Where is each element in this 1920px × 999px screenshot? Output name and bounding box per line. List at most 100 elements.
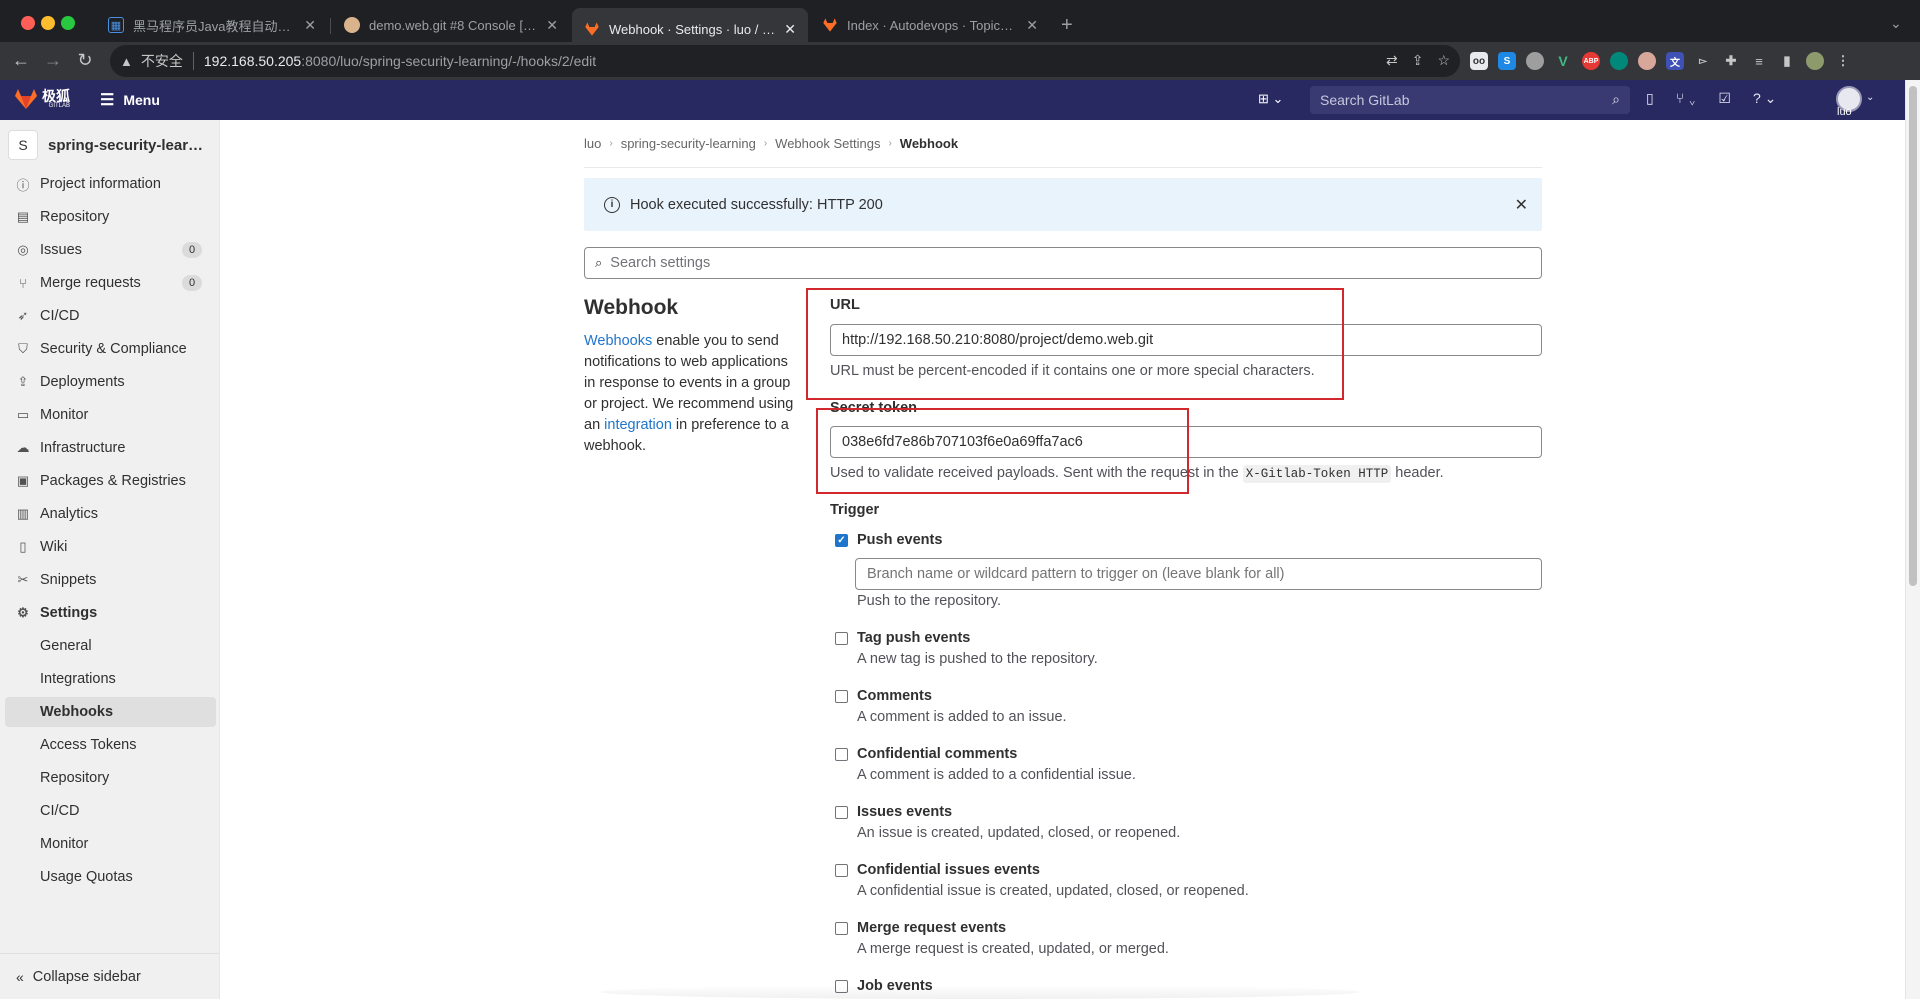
scrollbar-thumb[interactable] [1909, 86, 1917, 586]
breadcrumb-current[interactable]: Webhook [900, 136, 958, 151]
doc-icon: ▤ [16, 209, 30, 224]
search-settings-input[interactable]: ⌕ Search settings [584, 247, 1542, 279]
merge-requests-dropdown-icon[interactable]: ⑂ ⌄ [1676, 90, 1697, 107]
extension-icon[interactable]: oo [1470, 52, 1488, 70]
warning-icon[interactable]: ▲ [120, 54, 133, 69]
sidebar-item-ci-cd[interactable]: ➶ CI/CD [5, 301, 216, 331]
close-tab-icon[interactable]: ✕ [784, 21, 796, 38]
close-window-button[interactable] [21, 16, 35, 30]
share-icon[interactable]: ⇪ [1412, 52, 1424, 69]
shield-icon: ⛉ [18, 341, 28, 356]
sidebar-item-wiki[interactable]: ▯ Wiki [5, 532, 216, 562]
sidebar-sub-general[interactable]: General [5, 631, 216, 661]
tag-push-events-label[interactable]: Tag push events [857, 630, 970, 646]
merge-request-icon: ⑂ [19, 275, 27, 291]
sidebar-item-analytics[interactable]: ▥ Analytics [5, 499, 216, 529]
adblock-icon[interactable]: ABP [1582, 52, 1600, 70]
comments-label[interactable]: Comments [857, 688, 932, 704]
sidebar-sub-webhooks[interactable]: Webhooks [5, 697, 216, 727]
sidebar-sub-access-tokens[interactable]: Access Tokens [5, 730, 216, 760]
sidebar-item-packages-registries[interactable]: ▣ Packages & Registries [5, 466, 216, 496]
sidebar-sub-ci-cd[interactable]: CI/CD [5, 796, 216, 826]
sidebar-item-monitor[interactable]: ▭ Monitor [5, 400, 216, 430]
sidebar-item-snippets[interactable]: ✂ Snippets [5, 565, 216, 595]
search-gitlab-input[interactable]: Search GitLab ⌕ [1310, 86, 1630, 114]
confidential-comments-checkbox[interactable] [835, 748, 848, 761]
reading-list-icon[interactable]: ≡ [1750, 52, 1768, 70]
profile-avatar[interactable] [1806, 52, 1824, 70]
sidebar-item-project-information[interactable]: ⓘ Project information [5, 169, 216, 199]
sidebar-sub-usage-quotas[interactable]: Usage Quotas [5, 862, 216, 892]
close-tab-icon[interactable]: ✕ [1026, 17, 1038, 34]
issues-events-checkbox[interactable] [835, 806, 848, 819]
close-tab-icon[interactable]: ✕ [304, 17, 316, 34]
reload-icon[interactable]: ↻ [74, 50, 96, 71]
minimize-window-button[interactable] [41, 16, 55, 30]
sidebar-sub-repository[interactable]: Repository [5, 763, 216, 793]
close-icon[interactable]: ✕ [1515, 195, 1528, 215]
info-icon: ⓘ [16, 177, 30, 193]
main-menu-button[interactable]: ☰ Menu [100, 90, 160, 110]
collapse-sidebar-button[interactable]: « Collapse sidebar [0, 953, 219, 999]
new-item-dropdown[interactable]: ⊞ ⌄ [1258, 91, 1283, 107]
success-alert: i Hook executed successfully: HTTP 200 ✕ [584, 178, 1542, 231]
vue-devtools-icon[interactable]: V [1554, 52, 1572, 70]
maximize-window-button[interactable] [61, 16, 75, 30]
breadcrumb-item[interactable]: Webhook Settings [775, 136, 880, 151]
bookmark-star-icon[interactable]: ☆ [1437, 52, 1450, 69]
gitlab-logo[interactable]: 极狐 GITLAB [14, 88, 70, 110]
issues-events-label[interactable]: Issues events [857, 804, 952, 820]
extension-icon[interactable]: ▻ [1694, 52, 1712, 70]
sidebar-item-repository[interactable]: ▤ Repository [5, 202, 216, 232]
sidebar-item-settings[interactable]: ⚙ Settings [5, 598, 216, 628]
address-bar[interactable]: ▲ 不安全 192.168.50.205 :8080/luo/spring-se… [110, 45, 1460, 77]
translate-icon[interactable]: ⇄ [1386, 52, 1398, 69]
confidential-issues-events-checkbox[interactable] [835, 864, 848, 877]
merge-request-events-label[interactable]: Merge request events [857, 920, 1006, 936]
browser-menu-icon[interactable]: ⋮ [1834, 52, 1852, 70]
sidebar-item-security-compliance[interactable]: ⛉ Security & Compliance [5, 334, 216, 364]
browser-tab[interactable]: ▦ 黑马程序员Java教程自动化部署 ✕ [96, 8, 328, 42]
push-events-label[interactable]: Push events [857, 532, 942, 548]
help-dropdown-icon[interactable]: ? ⌄ [1753, 90, 1776, 107]
browser-tab[interactable]: demo.web.git #8 Console [Jenkins] ✕ [332, 8, 570, 42]
sidebar-item-infrastructure[interactable]: ☁ Infrastructure [5, 433, 216, 463]
annotation-box-url [806, 288, 1344, 400]
extension-icon[interactable] [1526, 52, 1544, 70]
integration-link[interactable]: integration [604, 417, 672, 433]
sidebar-item-deployments[interactable]: ⇪ Deployments [5, 367, 216, 397]
webhooks-link[interactable]: Webhooks [584, 333, 652, 349]
extension-icon[interactable] [1610, 52, 1628, 70]
merge-request-events-checkbox[interactable] [835, 922, 848, 935]
extension-icon[interactable] [1638, 52, 1656, 70]
back-icon[interactable]: ← [10, 50, 32, 71]
comments-checkbox[interactable] [835, 690, 848, 703]
extension-icon[interactable]: S [1498, 52, 1516, 70]
sidebar-sub-integrations[interactable]: Integrations [5, 664, 216, 694]
new-tab-icon[interactable]: + [1061, 14, 1073, 37]
issues-icon[interactable]: ▯ [1646, 90, 1654, 107]
chevron-down-icon[interactable]: ⌄ [1866, 92, 1874, 103]
trigger-label: Trigger [830, 502, 880, 518]
sidebar-item-issues[interactable]: ◎ Issues 0 [5, 235, 216, 265]
breadcrumb-item[interactable]: luo [584, 136, 601, 151]
sidebar-project-header[interactable]: S spring-security-learning [8, 130, 208, 160]
forward-icon[interactable]: → [42, 50, 64, 71]
confidential-issues-events-label[interactable]: Confidential issues events [857, 862, 1040, 878]
tab-search-icon[interactable]: ⌄ [1890, 15, 1902, 32]
push-events-checkbox[interactable]: ✓ [835, 534, 848, 547]
search-icon: ⌕ [1612, 91, 1620, 107]
extension-icon[interactable]: 文 [1666, 52, 1684, 70]
browser-tab[interactable]: Index · Autodevops · Topics · Help ✕ [810, 8, 1050, 42]
todo-icon[interactable]: ☑ [1718, 90, 1731, 107]
sidebar-sub-monitor[interactable]: Monitor [5, 829, 216, 859]
breadcrumb-item[interactable]: spring-security-learning [621, 136, 756, 151]
sidebar-item-merge-requests[interactable]: ⑂ Merge requests 0 [5, 268, 216, 298]
close-tab-icon[interactable]: ✕ [546, 17, 558, 34]
confidential-comments-label[interactable]: Confidential comments [857, 746, 1017, 762]
tag-push-events-checkbox[interactable] [835, 632, 848, 645]
gitlab-top-bar: 极狐 GITLAB ☰ Menu ⊞ ⌄ Search GitLab ⌕ ▯ ⑂ … [0, 80, 1905, 120]
side-panel-icon[interactable]: ▮ [1778, 52, 1796, 70]
branch-filter-input[interactable] [855, 558, 1542, 590]
puzzle-icon[interactable]: ✚ [1722, 52, 1740, 70]
